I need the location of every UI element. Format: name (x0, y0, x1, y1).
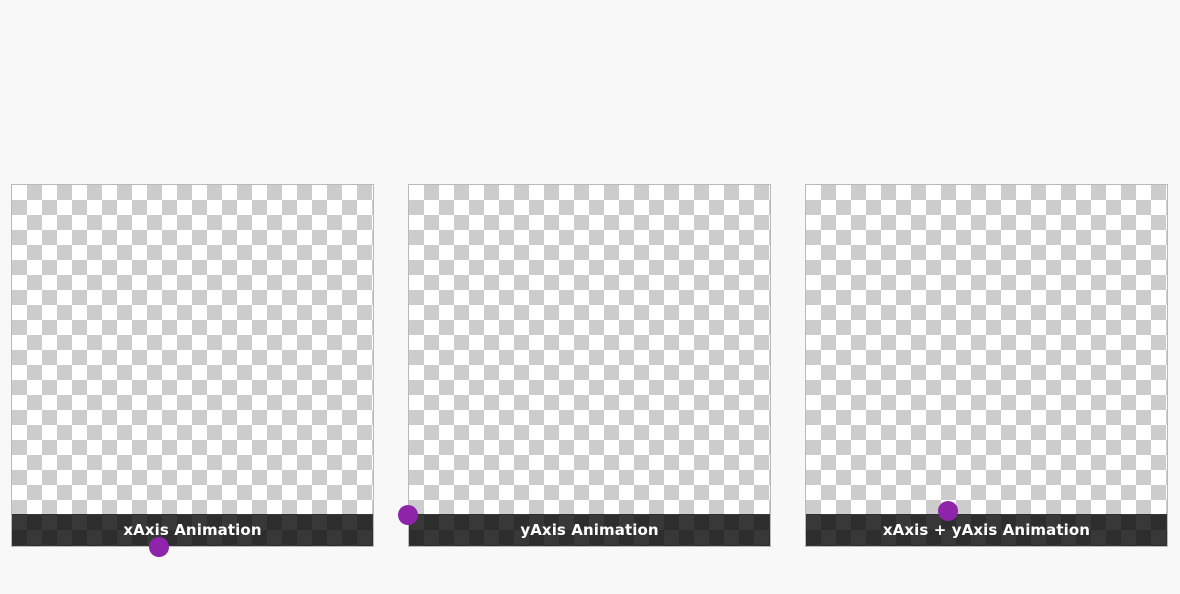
panel-caption: xAxis Animation (123, 521, 262, 539)
panel-caption: xAxis + yAxis Animation (882, 521, 1091, 539)
animated-dot-x (149, 537, 169, 557)
y-axis-animation-panel: yAxis Animation (408, 184, 771, 547)
caption-bar: xAxis + yAxis Animation (806, 514, 1167, 546)
panel-caption: yAxis Animation (520, 521, 659, 539)
xy-axis-animation-panel: xAxis + yAxis Animation (805, 184, 1168, 547)
caption-bar: xAxis Animation (12, 514, 373, 546)
animated-dot-xy (938, 501, 958, 521)
caption-bar: yAxis Animation (409, 514, 770, 546)
x-axis-animation-panel: xAxis Animation (11, 184, 374, 547)
animated-dot-y (398, 505, 418, 525)
